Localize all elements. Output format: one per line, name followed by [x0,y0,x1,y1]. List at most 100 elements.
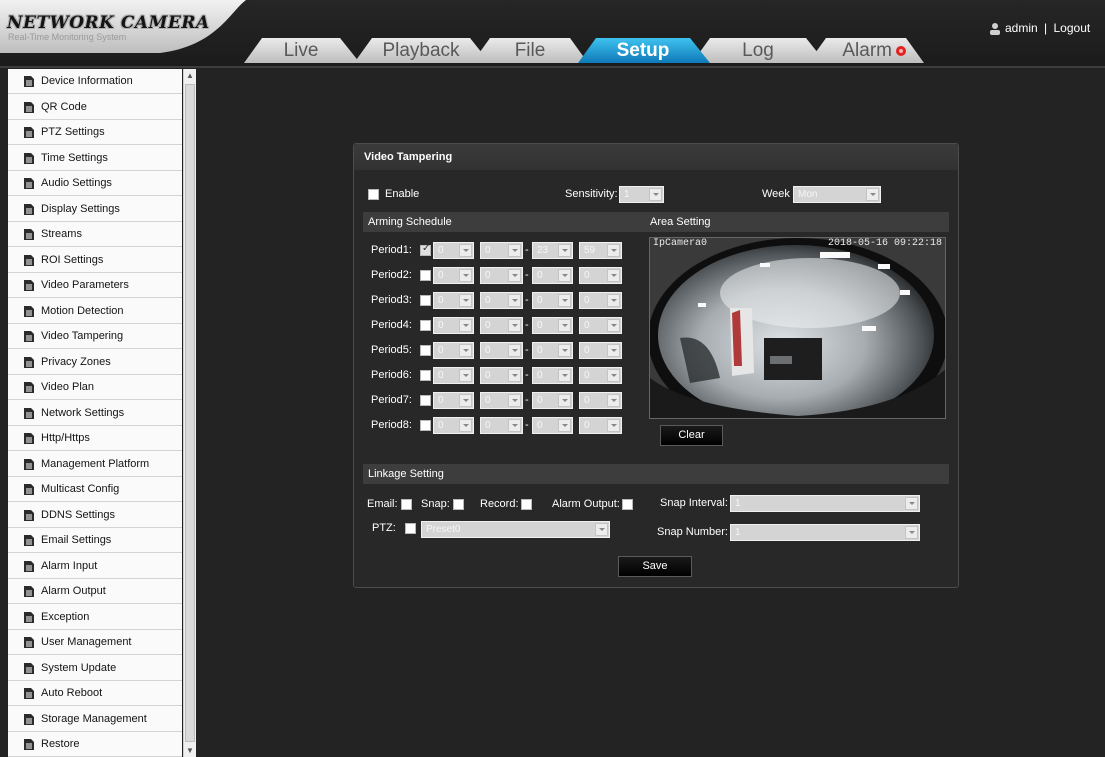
start-hour-select[interactable]: 0 [433,267,474,284]
start-minute-select[interactable]: 0 [480,317,523,334]
period-checkbox[interactable] [420,295,431,306]
sidebar-item[interactable]: Exception [8,605,182,630]
snap-label: Snap: [421,498,450,510]
end-minute-select[interactable]: 0 [579,417,622,434]
sidebar-item[interactable]: Audio Settings [8,171,182,196]
sidebar-item[interactable]: QR Code [8,95,182,120]
sidebar-item[interactable]: Email Settings [8,528,182,553]
period-checkbox[interactable] [420,420,431,431]
tab-setup[interactable]: Setup [596,38,690,63]
end-hour-select[interactable]: 0 [532,367,573,384]
end-minute-select[interactable]: 0 [579,367,622,384]
sidebar-item[interactable]: Alarm Input [8,554,182,579]
email-checkbox[interactable] [401,499,412,510]
start-minute-select[interactable]: 0 [480,267,523,284]
enable-checkbox[interactable] [368,189,379,200]
end-hour-select[interactable]: 0 [532,392,573,409]
start-minute-select[interactable]: 0 [480,392,523,409]
ptz-preset-select[interactable]: Preset0 [421,521,610,538]
period-checkbox[interactable] [420,395,431,406]
period-checkbox[interactable] [420,243,431,256]
end-minute-select[interactable]: 0 [579,342,622,359]
sidebar-item[interactable]: Time Settings [8,146,182,171]
chevron-down-icon [558,319,571,332]
period-checkbox[interactable] [420,320,431,331]
sidebar-item[interactable]: Video Tampering [8,324,182,349]
end-hour-select[interactable]: 23 [532,242,573,259]
end-hour-select[interactable]: 0 [532,342,573,359]
sidebar-item[interactable]: Http/Https [8,426,182,451]
start-hour-select[interactable]: 0 [433,342,474,359]
end-hour-select[interactable]: 0 [532,317,573,334]
tab-file[interactable]: File [490,38,570,63]
save-button[interactable]: Save [618,556,692,577]
end-minute-select[interactable]: 0 [579,292,622,309]
sidebar-item[interactable]: Storage Management [8,707,182,732]
start-hour-select[interactable]: 0 [433,417,474,434]
sidebar-item[interactable]: Network Settings [8,401,182,426]
record-checkbox[interactable] [521,499,532,510]
sidebar-item[interactable]: Streams [8,222,182,247]
scrollbar-thumb[interactable] [185,84,195,742]
sidebar-item[interactable]: Display Settings [8,197,182,222]
end-minute-select[interactable]: 0 [579,392,622,409]
chevron-down-icon [508,244,521,257]
sidebar-item[interactable]: Privacy Zones [8,350,182,375]
sidebar-item[interactable]: Management Platform [8,452,182,477]
sidebar-item[interactable]: DDNS Settings [8,503,182,528]
start-minute-select[interactable]: 0 [480,242,523,259]
tab-live[interactable]: Live [262,38,340,63]
end-hour-select[interactable]: 0 [532,267,573,284]
tab-log[interactable]: Log [710,38,806,63]
period-checkbox[interactable] [420,370,431,381]
end-hour-select[interactable]: 0 [532,417,573,434]
end-minute-select[interactable]: 0 [579,267,622,284]
sidebar-item[interactable]: Restore [8,732,182,757]
sidebar-item[interactable]: Motion Detection [8,299,182,324]
sidebar-item[interactable]: Alarm Output [8,579,182,604]
sidebar-item[interactable]: User Management [8,630,182,655]
scroll-up-arrow-icon[interactable]: ▲ [186,71,194,80]
sidebar-item[interactable]: System Update [8,656,182,681]
start-hour-select[interactable]: 0 [433,367,474,384]
sidebar-item[interactable]: PTZ Settings [8,120,182,145]
sidebar-scrollbar[interactable]: ▲ ▼ [183,69,196,757]
sidebar-item[interactable]: ROI Settings [8,248,182,273]
snap-interval-select[interactable]: 1 [730,495,920,512]
logout-link[interactable]: Logout [1054,21,1091,35]
start-hour-select[interactable]: 0 [433,292,474,309]
start-hour-select[interactable]: 0 [433,392,474,409]
sidebar-item[interactable]: Video Parameters [8,273,182,298]
sidebar-item-label: Storage Management [41,712,147,725]
sidebar-item[interactable]: Auto Reboot [8,681,182,706]
start-minute-select[interactable]: 0 [480,292,523,309]
start-minute-select[interactable]: 0 [480,417,523,434]
end-minute-select[interactable]: 59 [579,242,622,259]
end-hour-select[interactable]: 0 [532,292,573,309]
period-checkbox[interactable] [420,345,431,356]
snap-checkbox[interactable] [453,499,464,510]
clear-button[interactable]: Clear [660,425,723,446]
camera-preview[interactable]: IpCamera0 2018-05-16 09:22:18 [649,237,946,419]
start-minute-select[interactable]: 0 [480,367,523,384]
scroll-down-arrow-icon[interactable]: ▼ [186,746,194,755]
period-checkbox[interactable] [420,270,431,281]
ptz-checkbox[interactable] [405,523,416,534]
start-hour-select[interactable]: 0 [433,317,474,334]
week-select[interactable]: Mon [793,186,881,203]
start-minute-select[interactable]: 0 [480,342,523,359]
document-icon [24,407,34,419]
chevron-down-icon [905,526,918,539]
sidebar-item[interactable]: Video Plan [8,375,182,400]
sidebar-item[interactable]: Device Information [8,69,182,94]
alarm-output-checkbox[interactable] [622,499,633,510]
tab-alarm[interactable]: Alarm [826,38,892,63]
snap-number-select[interactable]: 1 [730,524,920,541]
start-hour-select[interactable]: 0 [433,242,474,259]
sensitivity-select[interactable]: 1 [619,186,664,203]
tab-playback[interactable]: Playback [372,38,470,63]
end-minute-select[interactable]: 0 [579,317,622,334]
sidebar-item-label: Video Tampering [41,330,124,342]
document-icon [24,509,34,521]
sidebar-item[interactable]: Multicast Config [8,477,182,502]
